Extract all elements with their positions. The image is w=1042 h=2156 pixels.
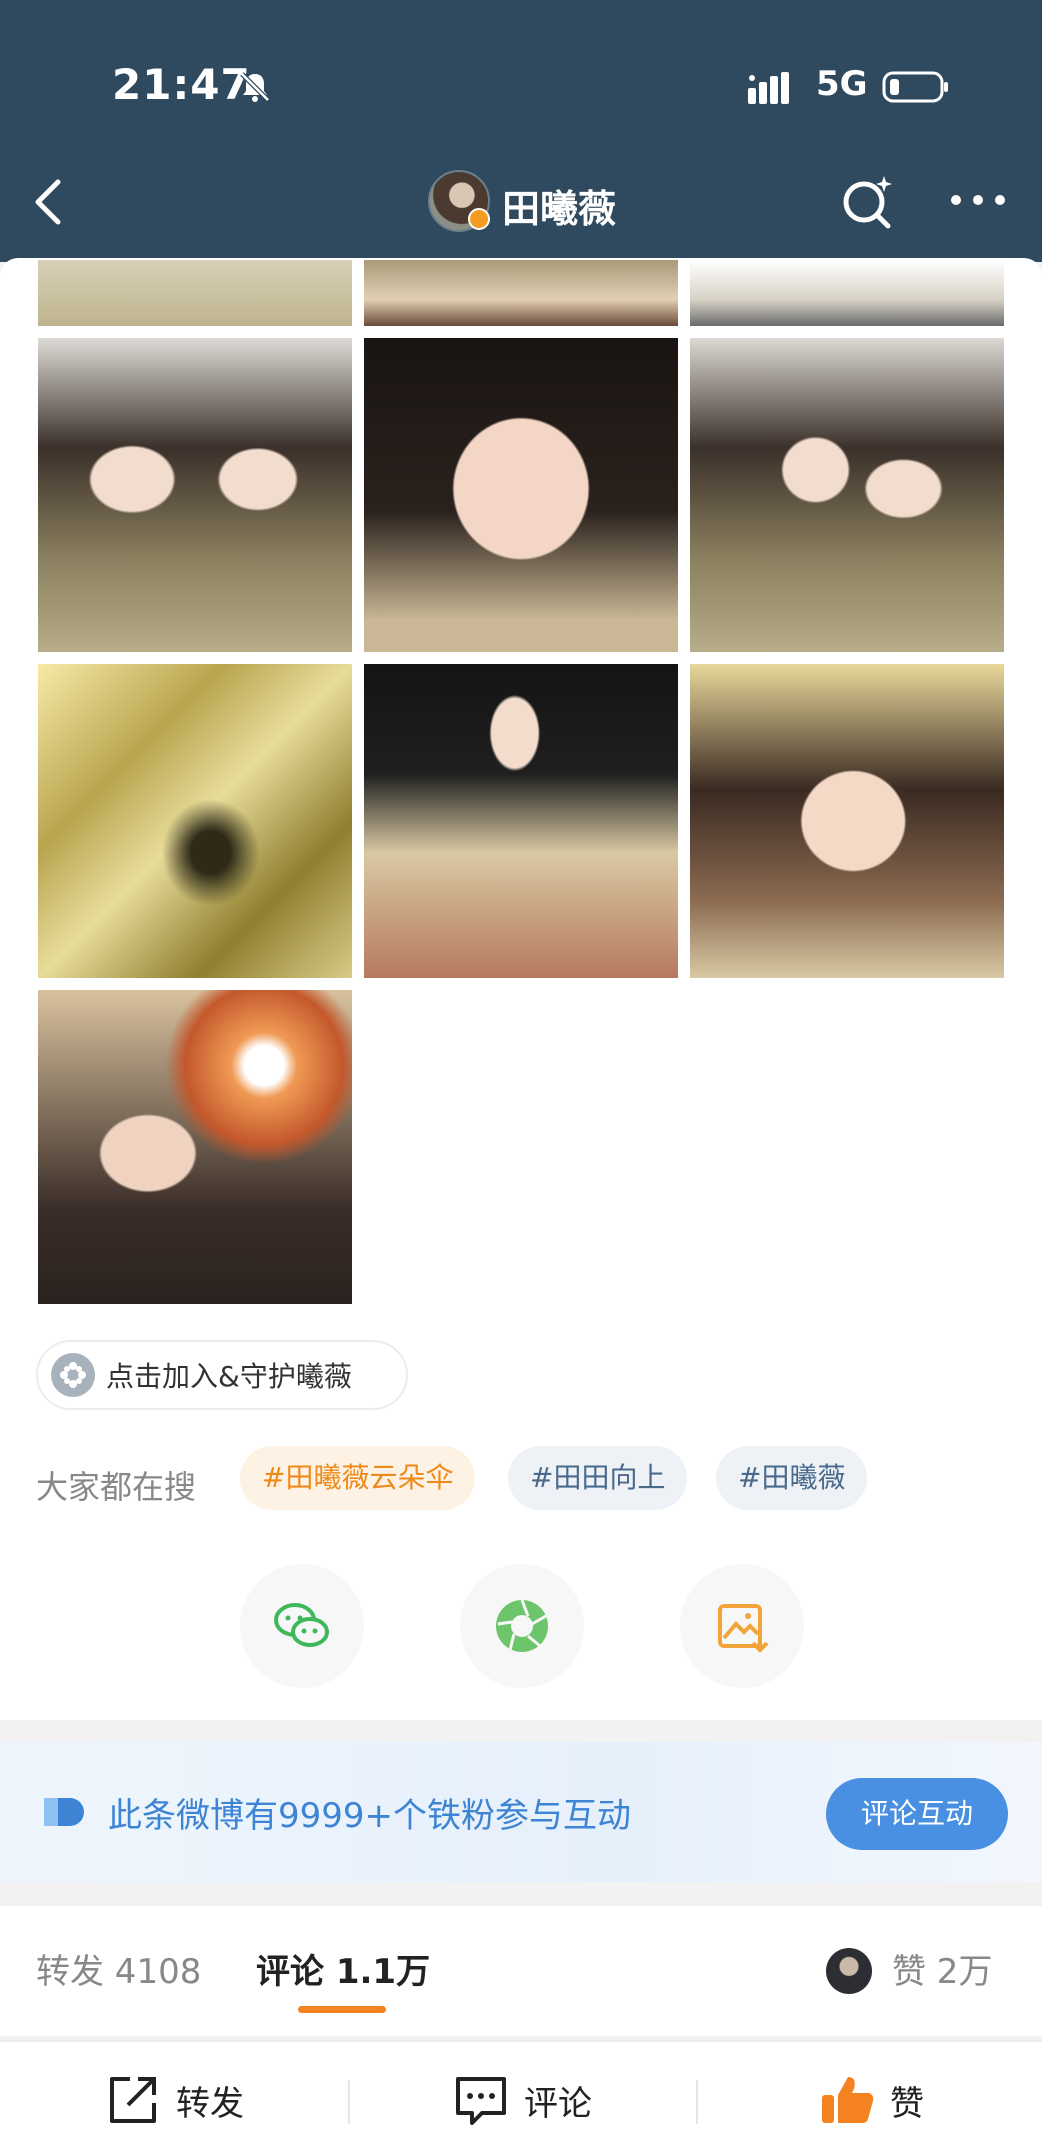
fan-interaction-banner: 此条微博有9999+个铁粉参与互动 评论互动 (0, 1742, 1042, 1882)
post-photo[interactable] (364, 260, 678, 326)
network-label: 5G (816, 64, 868, 104)
hot-search-tag[interactable]: #田曦薇 (716, 1446, 868, 1510)
post-photo[interactable] (38, 260, 352, 326)
like-button[interactable]: 赞 (818, 2042, 924, 2156)
fan-badge-icon (44, 1798, 84, 1826)
comment-label: 评论 (524, 2083, 592, 2124)
divider (348, 2080, 350, 2124)
save-image-icon (718, 1604, 769, 1653)
liker-avatar (826, 1948, 872, 1994)
repost-label: 转发 (176, 2083, 244, 2124)
hot-search-tag[interactable]: #田田向上 (508, 1446, 688, 1510)
post-photo[interactable] (364, 664, 678, 978)
post-photo[interactable] (690, 664, 1004, 978)
share-moments-button[interactable] (460, 1564, 584, 1688)
top-bar: 21:47 5G 田曦薇 (0, 0, 1042, 262)
share-wechat-button[interactable] (240, 1564, 364, 1688)
join-fan-group-chip[interactable]: 点击加入&守护曦薇 (36, 1340, 408, 1410)
back-arrow-icon[interactable] (28, 176, 68, 228)
moments-icon (496, 1599, 548, 1652)
status-time: 21:47 (112, 60, 251, 109)
bottom-action-bar: 转发 评论 赞 (0, 2040, 1042, 2156)
post-photo[interactable] (364, 338, 678, 652)
page-title[interactable]: 田曦薇 (502, 178, 616, 233)
post-photo[interactable] (38, 338, 352, 652)
hot-search-label: 大家都在搜 (36, 1468, 197, 1506)
fan-banner-text: 此条微博有9999+个铁粉参与互动 (108, 1796, 632, 1836)
tab-reposts[interactable]: 转发 4108 (36, 1944, 201, 1993)
thumbs-up-icon (822, 2077, 874, 2123)
repost-button[interactable]: 转发 (104, 2042, 244, 2156)
repost-icon (110, 2077, 156, 2123)
comment-icon (456, 2077, 506, 2125)
wechat-icon (274, 1603, 329, 1647)
like-label: 赞 (890, 2083, 924, 2124)
hot-search-tag[interactable]: #田曦薇云朵伞 (240, 1446, 476, 1510)
post-photo[interactable] (690, 260, 1004, 326)
verified-badge-icon (468, 208, 490, 230)
divider (696, 2080, 698, 2124)
mute-bell-icon (240, 72, 270, 102)
more-options-icon[interactable] (948, 188, 1008, 212)
search-icon[interactable] (838, 172, 896, 230)
fan-group-icon (51, 1353, 95, 1397)
active-tab-indicator (298, 2006, 386, 2013)
post-photo[interactable] (690, 338, 1004, 652)
tab-comments[interactable]: 评论 1.1万 (256, 1944, 430, 1993)
battery-icon (882, 71, 948, 103)
join-chip-label: 点击加入&守护曦薇 (106, 1360, 352, 1393)
comment-interact-button[interactable]: 评论互动 (826, 1778, 1008, 1850)
post-photo[interactable] (38, 990, 352, 1304)
post-photo[interactable] (38, 664, 352, 978)
signal-icon (748, 72, 789, 104)
save-image-button[interactable] (680, 1564, 804, 1688)
post-stats-bar: 转发 4108 评论 1.1万 赞 2万 (0, 1906, 1042, 2036)
tab-likes[interactable]: 赞 2万 (892, 1944, 992, 1993)
comment-button[interactable]: 评论 (452, 2042, 592, 2156)
